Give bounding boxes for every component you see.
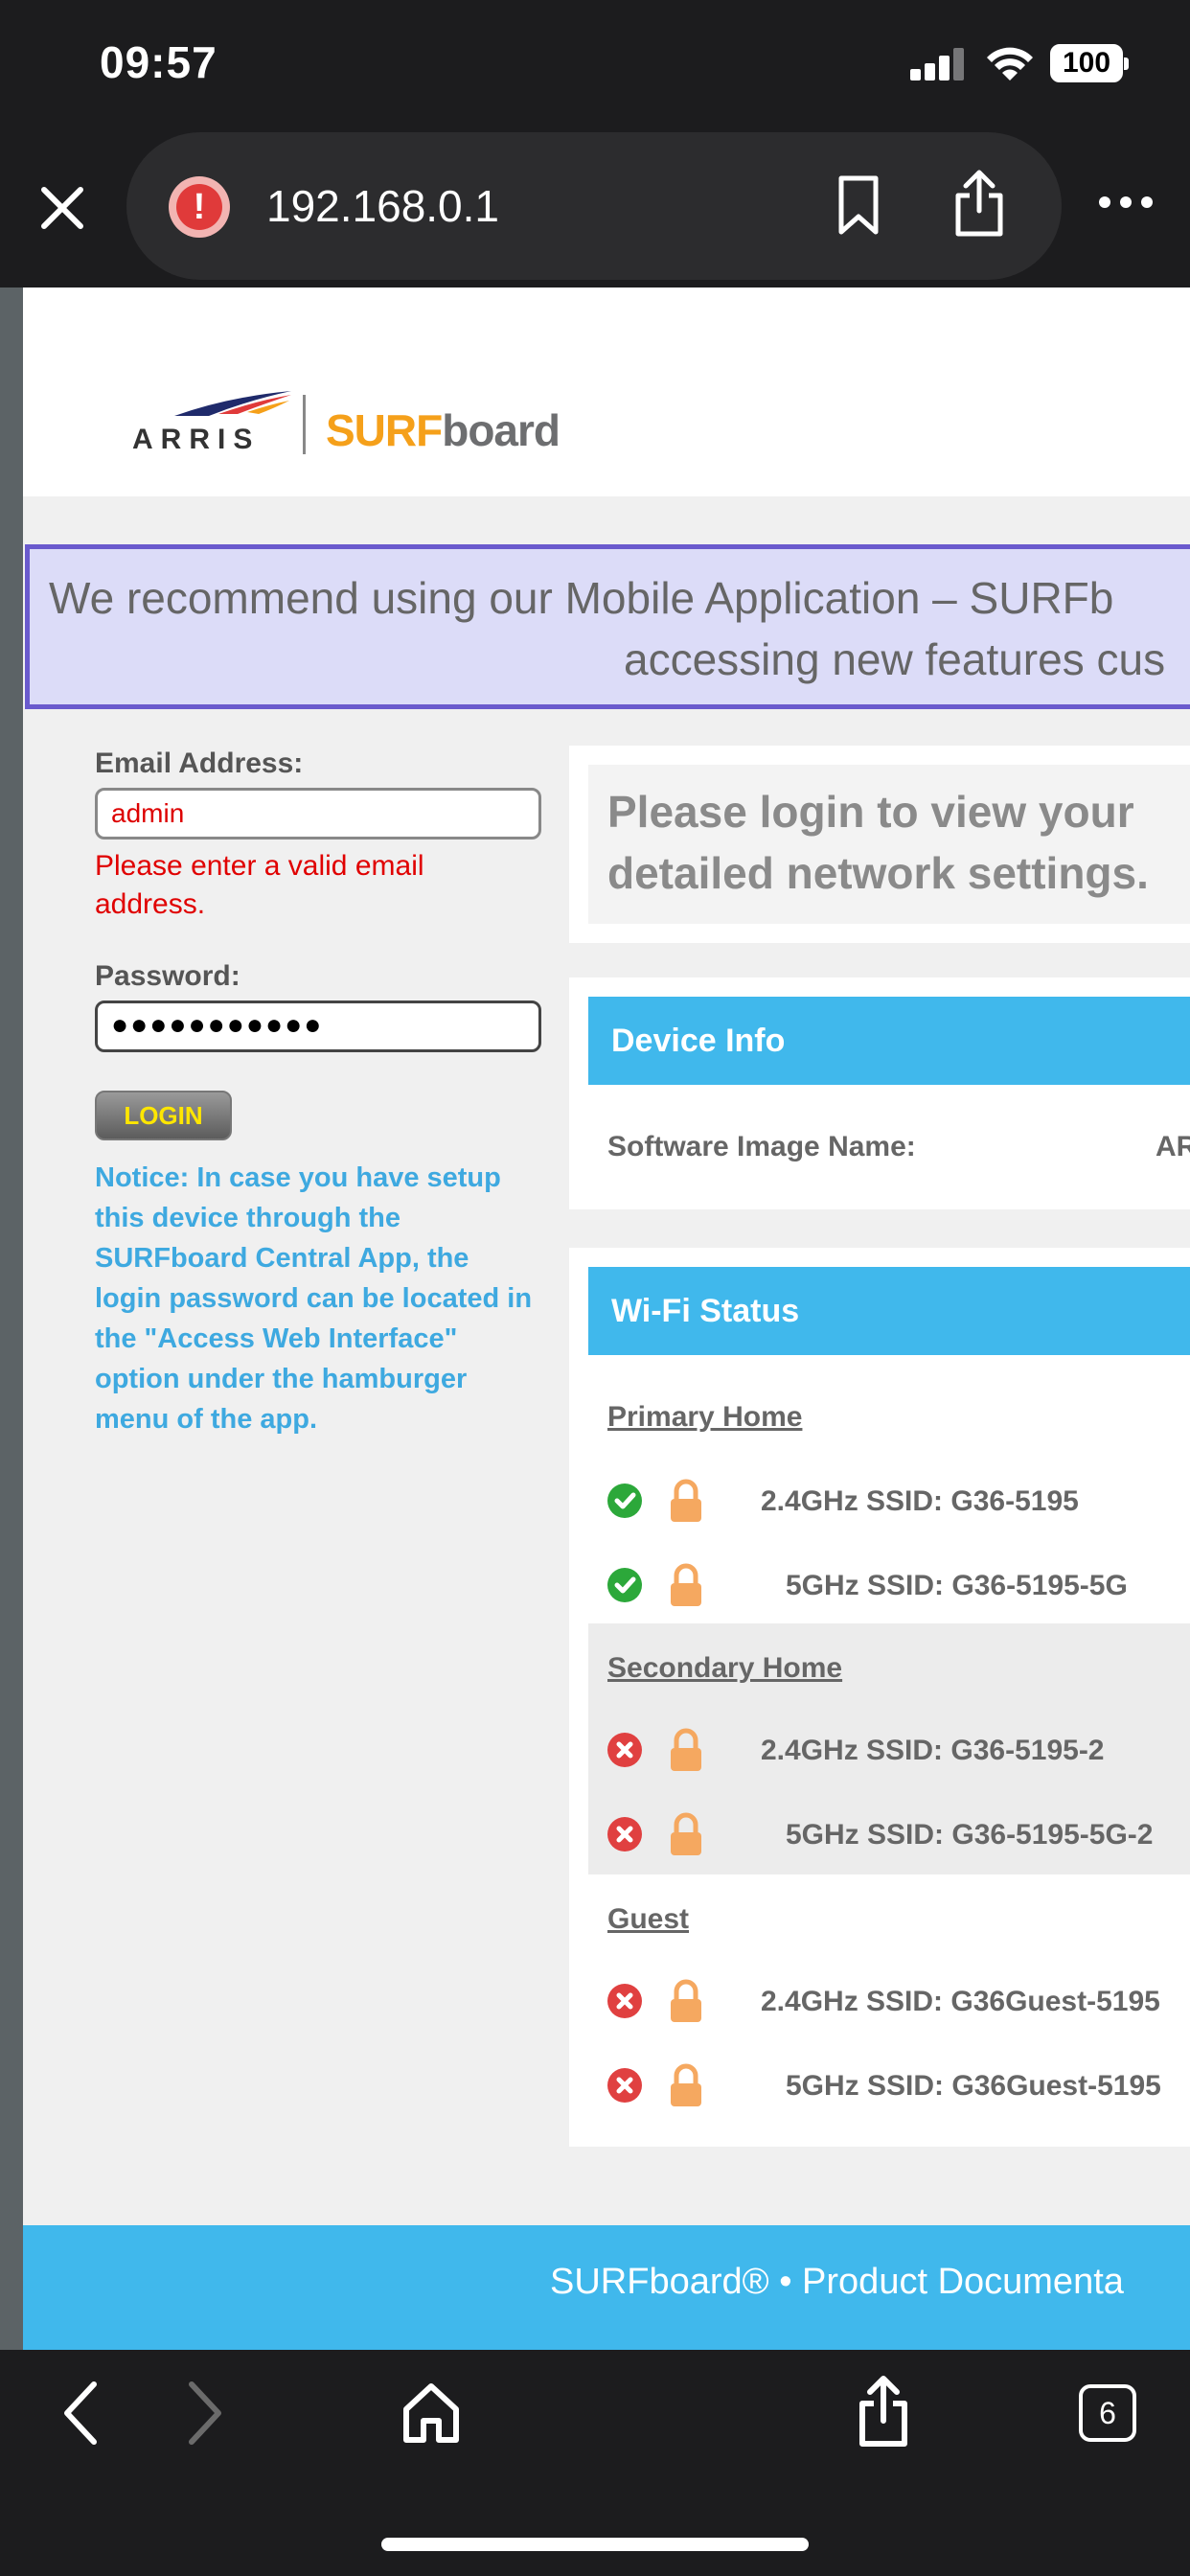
password-label: Password: — [95, 960, 240, 992]
login-prompt-card: Please login to view your detailed netwo… — [569, 746, 1190, 943]
check-icon — [607, 1484, 642, 1518]
share-icon[interactable] — [855, 2373, 912, 2450]
back-icon[interactable] — [59, 2379, 102, 2448]
software-image-value: AR — [1156, 1131, 1190, 1162]
web-page: ARRIS SURFboard We recommend using our M… — [0, 288, 1190, 2350]
status-time: 09:57 — [100, 37, 217, 87]
page-header: ARRIS SURFboard — [23, 288, 1190, 496]
banner-line-2: accessing new features cus — [624, 634, 1166, 684]
surf-text: SURF — [326, 405, 443, 455]
signal-icon — [910, 46, 964, 80]
status-bar: 09:57 100 — [0, 0, 1190, 132]
arris-wordmark: ARRIS — [132, 424, 261, 455]
board-text: board — [442, 405, 561, 455]
wifi-group-title[interactable]: Guest — [607, 1903, 689, 1936]
wifi-status-card: Wi-Fi Status Primary Home 2.4GHz SSID: G… — [569, 1248, 1190, 2147]
lock-icon — [671, 2063, 701, 2106]
address-bar[interactable]: 192.168.0.1 — [126, 132, 1062, 280]
forward-icon[interactable] — [184, 2379, 226, 2448]
ssid-row: 5GHz SSID: G36Guest-5195 — [588, 2058, 1190, 2116]
x-icon — [607, 2068, 642, 2103]
wifi-icon — [987, 47, 1033, 80]
device-info-title: Device Info — [588, 997, 1190, 1085]
login-prompt-box: Please login to view your detailed netwo… — [588, 765, 1190, 924]
footer-text[interactable]: SURFboard® • Product Documenta — [550, 2262, 1124, 2303]
device-info-card: Device Info Software Image Name: AR — [569, 978, 1190, 1209]
home-icon[interactable] — [400, 2380, 462, 2444]
check-icon — [607, 1568, 642, 1602]
login-prompt-line-1: Please login to view your — [607, 787, 1134, 837]
wifi-group-secondary: Secondary Home 2.4GHz SSID: G36-5195-2 5… — [588, 1623, 1190, 1874]
tabs-icon[interactable]: 6 — [1079, 2384, 1136, 2442]
email-label: Email Address: — [95, 748, 304, 779]
ssid-label: 2.4GHz SSID: G36-5195-2 — [761, 1735, 1105, 1766]
wifi-group-title[interactable]: Primary Home — [607, 1401, 802, 1434]
wifi-group-primary: Primary Home 2.4GHz SSID: G36-5195 5GHz … — [588, 1372, 1190, 1622]
lock-icon — [671, 1563, 701, 1606]
battery-icon: 100 — [1050, 44, 1129, 82]
page-footer: SURFboard® • Product Documenta — [23, 2225, 1190, 2350]
ssid-label: 2.4GHz SSID: G36Guest-5195 — [761, 1986, 1160, 2017]
x-icon — [607, 1984, 642, 2018]
ssid-row: 2.4GHz SSID: G36-5195 — [588, 1474, 1190, 1531]
lock-icon — [671, 1979, 701, 2022]
login-button[interactable]: LOGIN — [95, 1091, 232, 1140]
email-error: Please enter a valid email address. — [95, 850, 424, 920]
wifi-group-title[interactable]: Secondary Home — [607, 1652, 842, 1685]
bookmark-icon[interactable] — [835, 174, 881, 238]
wifi-group-guest: Guest 2.4GHz SSID: G36Guest-5195 5GHz SS… — [588, 1874, 1190, 2126]
ssid-label: 2.4GHz SSID: G36-5195 — [761, 1485, 1079, 1517]
surfboard-wordmark: SURFboard — [326, 404, 561, 456]
banner-line-1: We recommend using our Mobile Applicatio… — [49, 573, 1114, 623]
home-indicator[interactable] — [381, 2538, 809, 2551]
more-icon[interactable] — [1098, 196, 1154, 209]
url-text[interactable]: 192.168.0.1 — [266, 180, 499, 232]
email-field[interactable]: admin — [95, 788, 541, 840]
login-form: Email Address: admin Please enter a vali… — [95, 748, 545, 1439]
close-icon[interactable] — [34, 180, 90, 236]
ssid-row: 2.4GHz SSID: G36Guest-5195 — [588, 1974, 1190, 2032]
page-edge — [0, 288, 23, 2350]
app-recommendation-banner: We recommend using our Mobile Applicatio… — [25, 544, 1190, 709]
lock-icon — [671, 1728, 701, 1771]
arris-swoosh-icon — [174, 391, 291, 416]
ssid-label: 5GHz SSID: G36Guest-5195 — [786, 2070, 1161, 2102]
ssid-row: 2.4GHz SSID: G36-5195-2 — [588, 1723, 1190, 1781]
ssid-label: 5GHz SSID: G36-5195-5G-2 — [786, 1819, 1154, 1851]
wifi-status-title: Wi-Fi Status — [588, 1267, 1190, 1355]
share-icon[interactable] — [950, 167, 1008, 240]
x-icon — [607, 1733, 642, 1767]
ssid-row: 5GHz SSID: G36-5195-5G — [588, 1558, 1190, 1616]
software-image-label: Software Image Name: — [607, 1131, 916, 1162]
warning-icon[interactable] — [169, 176, 230, 238]
ssid-row: 5GHz SSID: G36-5195-5G-2 — [588, 1807, 1190, 1865]
password-field[interactable]: ●●●●●●●●●●● — [95, 1000, 541, 1052]
login-notice: Notice: In case you have setup this devi… — [95, 1162, 533, 1435]
ssid-label: 5GHz SSID: G36-5195-5G — [786, 1570, 1128, 1601]
login-prompt-line-2: detailed network settings. — [607, 848, 1149, 898]
logo-divider — [303, 395, 306, 454]
browser-toolbar: 192.168.0.1 — [0, 132, 1190, 288]
lock-icon — [671, 1479, 701, 1522]
lock-icon — [671, 1812, 701, 1855]
x-icon — [607, 1817, 642, 1852]
